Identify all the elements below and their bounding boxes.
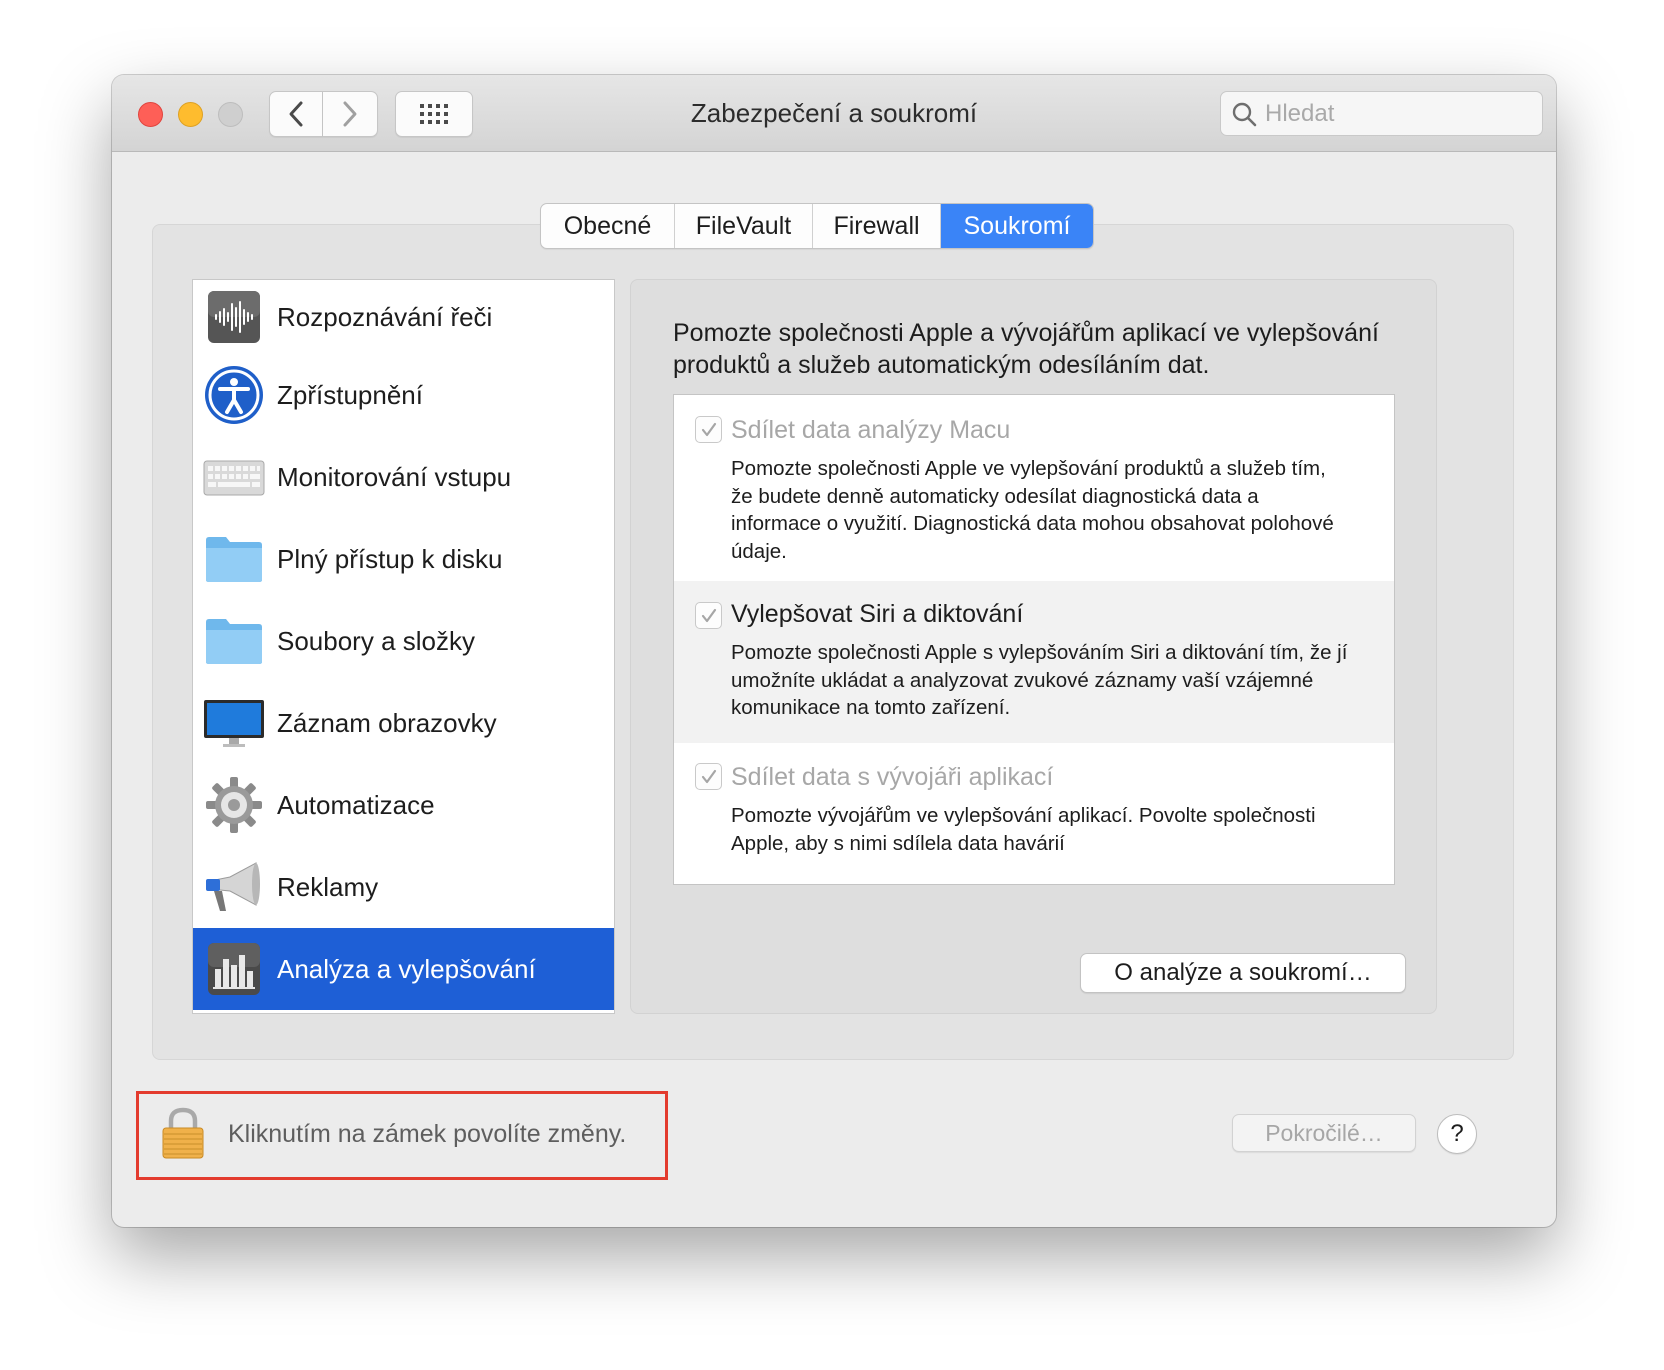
folder-icon (202, 527, 266, 591)
sidebar-item-speech-recognition[interactable]: Rozpoznávání řeči (193, 280, 614, 354)
lock-message: Kliknutím na zámek povolíte změny. (228, 1120, 627, 1148)
tab-filevault[interactable]: FileVault (675, 204, 813, 248)
sidebar-item-label: Analýza a vylepšování (277, 953, 536, 984)
forward-button[interactable] (323, 91, 378, 137)
option-improve-siri: Vylepšovat Siri a diktování Pomozte spol… (674, 581, 1394, 743)
panel-intro-text: Pomozte společnosti Apple a vývojářům ap… (673, 319, 1379, 379)
sidebar-item-label: Monitorování vstupu (277, 461, 512, 492)
sidebar-item-automation[interactable]: Automatizace (193, 764, 614, 846)
help-button[interactable]: ? (1437, 1114, 1477, 1154)
checkmark-icon (701, 608, 716, 622)
option-share-with-developers: Sdílet data s vývojáři aplikací Pomozte … (674, 743, 1394, 884)
option-description: Pomozte společnosti Apple ve vylepšování… (731, 457, 1334, 563)
preferences-window: Zabezpečení a soukromí Obecné FileVault … (112, 75, 1556, 1227)
sidebar-item-accessibility[interactable]: Zpřístupnění (193, 354, 614, 436)
keyboard-icon (202, 445, 266, 509)
sidebar-item-input-monitoring[interactable]: Monitorování vstupu (193, 436, 614, 518)
analytics-options-list[interactable]: Sdílet data analýzy Macu Pomozte společn… (673, 394, 1395, 885)
search-input[interactable] (1265, 99, 1535, 128)
sidebar-item-files-and-folders[interactable]: Soubory a složky (193, 600, 614, 682)
option-description: Pomozte společnosti Apple s vylepšováním… (731, 641, 1348, 719)
tab-general[interactable]: Obecné (541, 204, 675, 248)
search-icon (1232, 102, 1257, 126)
close-window-button[interactable] (138, 102, 163, 127)
option-share-mac-analytics: Sdílet data analýzy Macu Pomozte společn… (674, 395, 1394, 581)
sidebar-item-label: Rozpoznávání řeči (277, 301, 493, 332)
megaphone-icon (202, 855, 266, 919)
lock-icon[interactable] (161, 1106, 205, 1165)
zoom-window-button[interactable] (218, 102, 243, 127)
back-button[interactable] (269, 91, 323, 137)
bar-chart-icon (202, 937, 266, 1001)
display-icon (202, 691, 266, 755)
folder-icon (202, 609, 266, 673)
checkmark-icon (701, 422, 716, 436)
minimize-window-button[interactable] (178, 102, 203, 127)
checkmark-icon (701, 769, 716, 783)
sidebar-item-label: Soubory a složky (277, 625, 475, 656)
sidebar-item-analytics[interactable]: Analýza a vylepšování (193, 928, 614, 1010)
waveform-icon (202, 285, 266, 349)
option-title: Sdílet data analýzy Macu (731, 416, 1011, 444)
chevron-right-icon (343, 101, 357, 127)
share-mac-analytics-checkbox[interactable] (695, 416, 722, 443)
accessibility-icon (202, 363, 266, 427)
chevron-left-icon (289, 101, 303, 127)
option-title: Sdílet data s vývojáři aplikací (731, 763, 1054, 791)
sidebar-item-label: Reklamy (277, 871, 379, 902)
grid-icon (420, 104, 448, 124)
sidebar-item-full-disk-access[interactable]: Plný přístup k disku (193, 518, 614, 600)
share-with-developers-checkbox[interactable] (695, 763, 722, 790)
sidebar-item-label: Zpřístupnění (277, 379, 423, 410)
sidebar-item-advertising[interactable]: Reklamy (193, 846, 614, 928)
tab-bar: Obecné FileVault Firewall Soukromí (540, 203, 1094, 249)
privacy-category-list: Rozpoznávání řeči Zpřístupnění Monitorov… (192, 279, 615, 1014)
analytics-panel: Pomozte společnosti Apple a vývojářům ap… (630, 279, 1437, 1014)
gear-icon (202, 773, 266, 837)
tab-firewall[interactable]: Firewall (813, 204, 941, 248)
sidebar-item-screen-recording[interactable]: Záznam obrazovky (193, 682, 614, 764)
sidebar-item-label: Automatizace (277, 789, 435, 820)
option-description: Pomozte vývojářům ve vylepšování aplikac… (731, 804, 1316, 855)
sidebar-item-label: Záznam obrazovky (277, 707, 497, 738)
tab-privacy[interactable]: Soukromí (941, 204, 1093, 248)
title-bar: Zabezpečení a soukromí (112, 75, 1556, 152)
show-all-button[interactable] (395, 91, 473, 137)
advanced-button[interactable]: Pokročilé… (1232, 1114, 1416, 1152)
improve-siri-checkbox[interactable] (695, 602, 722, 629)
lock-highlight: Kliknutím na zámek povolíte změny. (136, 1091, 668, 1180)
option-title: Vylepšovat Siri a diktování (731, 600, 1024, 628)
about-analytics-button[interactable]: O analýze a soukromí… (1080, 953, 1406, 993)
search-field[interactable] (1220, 91, 1543, 136)
sidebar-item-label: Plný přístup k disku (277, 543, 503, 574)
